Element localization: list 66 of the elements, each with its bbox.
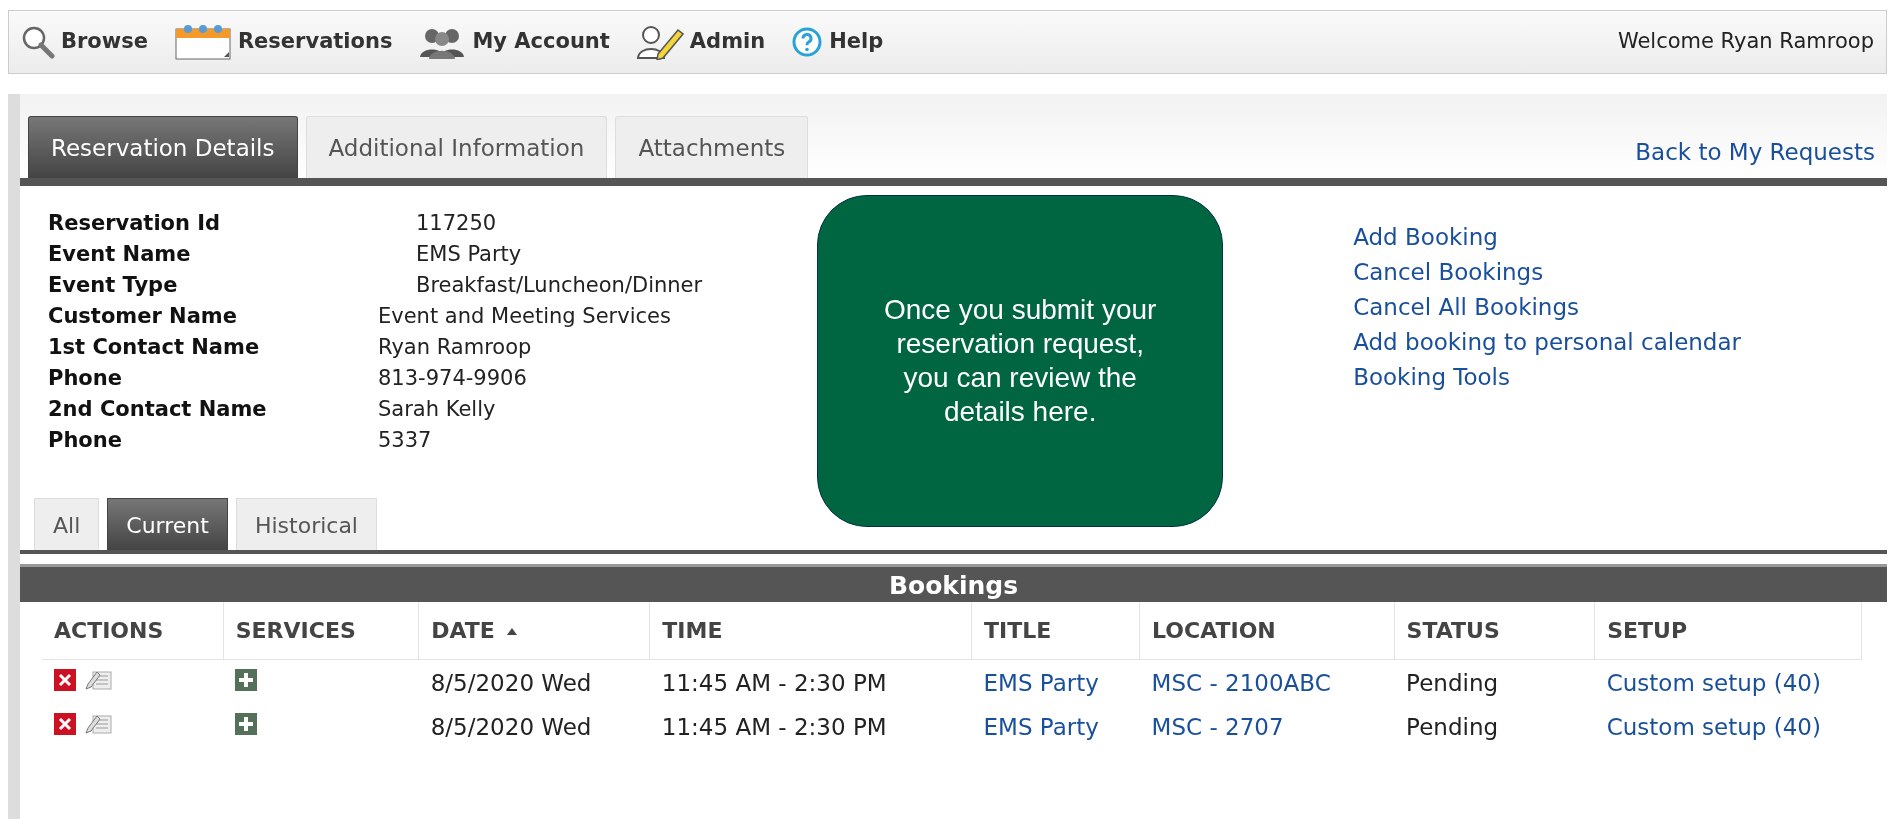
column-header[interactable]: TITLE	[971, 601, 1140, 659]
field-label: Event Type	[48, 271, 179, 299]
help-icon	[791, 26, 824, 58]
delete-icon[interactable]	[54, 668, 76, 691]
time-text: 11:45 AM - 2:30 PM	[661, 714, 887, 740]
welcome-text: Welcome Ryan Ramroop	[1617, 28, 1874, 56]
field-label: 2nd Contact Name	[48, 395, 268, 423]
filter-tab[interactable]: All	[34, 497, 100, 550]
column-header[interactable]: LOCATION	[1139, 601, 1395, 659]
field-label: Phone	[48, 364, 123, 392]
field-value: 5337	[378, 426, 433, 454]
action-link[interactable]: Cancel All Bookings	[1353, 289, 1580, 325]
setup-link[interactable]: Custom setup (40)	[1606, 714, 1821, 740]
field-value: Ryan Ramroop	[378, 333, 533, 361]
field-value: 813-974-9906	[378, 364, 528, 392]
action-link[interactable]: Add booking to personal calendar	[1353, 324, 1741, 360]
title-link[interactable]: EMS Party	[983, 669, 1099, 696]
location-link[interactable]: MSC - 2100ABC	[1151, 669, 1331, 696]
title-link[interactable]: EMS Party	[983, 714, 1099, 740]
user-pencil-icon	[635, 24, 684, 60]
add-service-icon[interactable]	[235, 668, 258, 691]
date-text: 8/5/2020 Wed	[430, 669, 592, 696]
field-label: Reservation Id	[48, 209, 222, 237]
time-text: 11:45 AM - 2:30 PM	[661, 669, 887, 696]
location-link[interactable]: MSC - 2707	[1151, 714, 1284, 740]
field-value: EMS Party	[415, 240, 523, 268]
column-header[interactable]: TIME	[649, 601, 972, 659]
status-text: Pending	[1406, 714, 1499, 740]
bookings-header: Bookings	[20, 563, 1887, 602]
status-text: Pending	[1406, 669, 1499, 696]
back-link[interactable]: Back to My Requests	[1635, 135, 1887, 178]
action-link[interactable]: Booking Tools	[1353, 359, 1510, 395]
edit-icon[interactable]	[84, 713, 112, 735]
field-value: 117250	[415, 209, 498, 237]
date-text: 8/5/2020 Wed	[430, 714, 592, 740]
nav-link[interactable]: My Account	[418, 25, 610, 59]
search-icon	[21, 25, 55, 59]
filter-tab[interactable]: Historical	[235, 497, 377, 550]
column-header[interactable]: SERVICES	[223, 601, 419, 659]
tab[interactable]: Additional Information	[305, 116, 608, 178]
delete-icon[interactable]	[54, 713, 76, 735]
field-label: Phone	[48, 426, 123, 454]
field-label: 1st Contact Name	[48, 333, 261, 361]
add-service-icon[interactable]	[235, 713, 258, 735]
field-label: Customer Name	[48, 302, 238, 330]
callout-note: Once you submit your reservation request, you can review the details here.	[817, 194, 1224, 527]
column-header[interactable]: STATUS	[1394, 601, 1595, 659]
setup-link[interactable]: Custom setup (40)	[1606, 669, 1821, 696]
nav-link[interactable]: Reservations	[173, 23, 393, 61]
nav-link[interactable]: Help	[791, 26, 884, 58]
field-label: Event Name	[48, 240, 192, 268]
nav-link[interactable]: Browse	[21, 25, 148, 59]
column-header[interactable]: DATE	[418, 601, 650, 659]
field-value: Breakfast/Luncheon/Dinner	[415, 271, 703, 299]
field-value: Event and Meeting Services	[378, 302, 672, 330]
tab[interactable]: Reservation Details	[28, 116, 298, 178]
field-value: Sarah Kelly	[378, 395, 497, 423]
nav-link[interactable]: Admin	[635, 24, 766, 60]
column-header[interactable]: ACTIONS	[42, 601, 224, 659]
action-link[interactable]: Add Booking	[1353, 219, 1498, 255]
tab[interactable]: Attachments	[615, 116, 809, 178]
filter-tab[interactable]: Current	[107, 497, 228, 550]
column-header[interactable]: SETUP	[1594, 601, 1862, 659]
edit-icon[interactable]	[84, 668, 112, 691]
calendar-icon	[173, 23, 232, 61]
action-link[interactable]: Cancel Bookings	[1353, 254, 1544, 290]
